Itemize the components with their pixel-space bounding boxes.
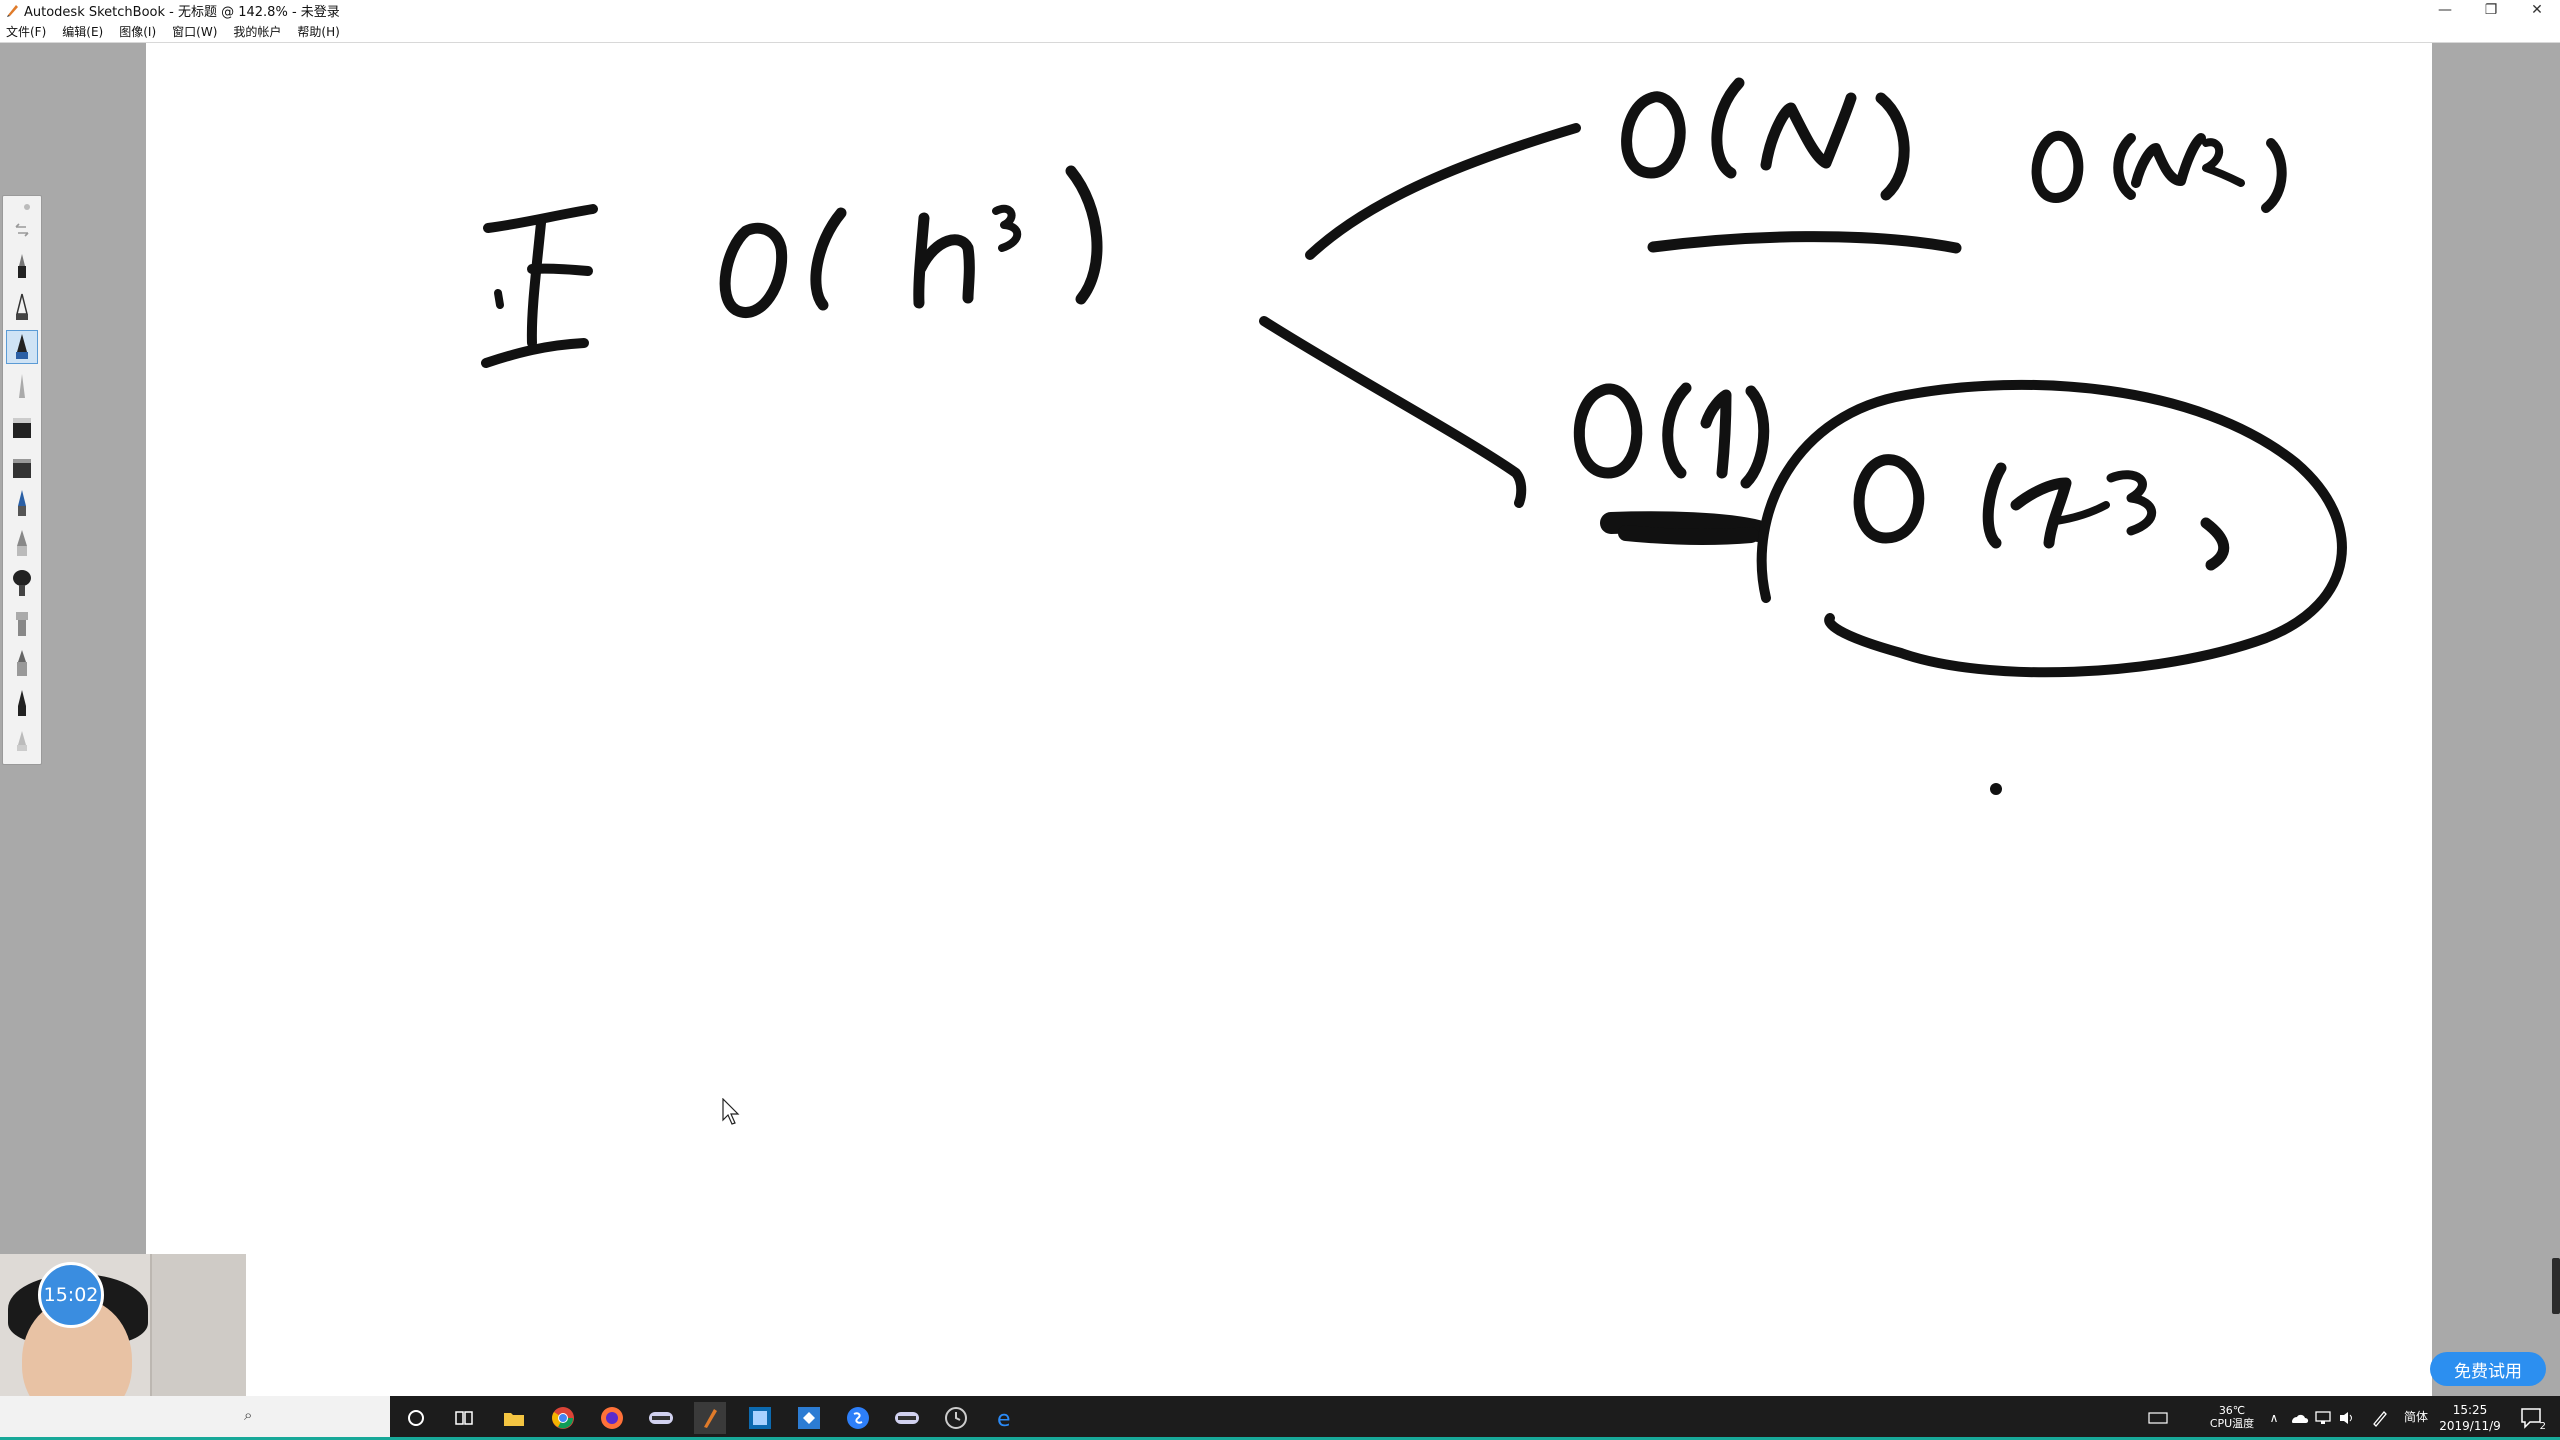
drawing-canvas[interactable] <box>146 43 2432 1396</box>
branch-line-lower <box>1259 316 1527 508</box>
pen-ink-icon[interactable] <box>2368 1402 2392 1434</box>
chrome-icon[interactable] <box>547 1402 579 1434</box>
ink-pen-tool[interactable] <box>6 686 38 720</box>
airbrush-icon <box>18 490 26 516</box>
restore-button[interactable]: ❐ <box>2468 0 2514 20</box>
webcam-background <box>150 1254 246 1404</box>
marker-tool[interactable] <box>6 526 38 560</box>
edge-icon[interactable]: e <box>989 1402 1021 1434</box>
pencil-icon <box>18 254 26 278</box>
handwriting-o-one <box>1573 382 1770 546</box>
sogou-icon[interactable] <box>842 1402 874 1434</box>
technical-pen-icon <box>16 293 28 320</box>
menu-edit[interactable]: 编辑(E) <box>54 23 111 40</box>
smudge-icon <box>17 731 27 751</box>
handwriting-o-n-cubed <box>719 165 1103 318</box>
app-generic-2-icon[interactable] <box>891 1402 923 1434</box>
marker-icon <box>17 530 27 556</box>
cortana-icon[interactable] <box>400 1402 432 1434</box>
felt-pen-icon <box>17 650 27 676</box>
undo-redo-icon <box>15 223 29 237</box>
ink-pen-icon <box>18 690 26 716</box>
minimize-button[interactable]: — <box>2422 0 2468 20</box>
handwriting-o-n-squared <box>2031 130 2287 213</box>
hard-eraser-icon <box>13 418 31 438</box>
menu-window[interactable]: 窗口(W) <box>164 23 225 40</box>
window-title: Autodesk SketchBook - 无标题 @ 142.8% - 未登录 <box>24 4 340 20</box>
ime-indicator[interactable]: 简体 <box>2398 1411 2434 1424</box>
keyboard-tray-icon[interactable] <box>2142 1402 2174 1434</box>
menu-image[interactable]: 图像(I) <box>111 23 164 40</box>
free-trial-button[interactable]: 免费试用 <box>2430 1352 2546 1386</box>
firefox-icon[interactable] <box>596 1402 628 1434</box>
close-button[interactable]: ✕ <box>2514 0 2560 20</box>
chisel-brush-tool[interactable] <box>6 606 38 640</box>
handwriting-i <box>481 204 598 368</box>
smudge-tool[interactable] <box>6 726 38 756</box>
palette-close-icon <box>24 204 30 210</box>
airbrush-tool[interactable] <box>6 486 38 520</box>
clock-app-icon[interactable] <box>940 1402 972 1434</box>
taskbar: ⌕ e 36℃ CPU温度 ∧ 简体 15:25 2019/11/9 2 <box>0 1396 2560 1440</box>
undo-redo-tool[interactable] <box>6 216 38 244</box>
vscode-icon[interactable] <box>793 1402 825 1434</box>
handwriting-o-n-cubed-circled <box>1853 454 2230 571</box>
tool-palette <box>2 195 42 765</box>
window-controls: — ❐ ✕ <box>2422 0 2560 20</box>
branch-line-upper <box>1305 123 1581 260</box>
tray-expand-icon[interactable]: ∧ <box>2264 1402 2284 1434</box>
app-generic-icon[interactable] <box>645 1402 677 1434</box>
ballpoint-pen-tool[interactable] <box>6 330 38 364</box>
taskbar-search-area[interactable]: ⌕ <box>0 1396 390 1440</box>
chisel-brush-icon <box>16 612 28 636</box>
menu-file[interactable]: 文件(F) <box>0 23 54 40</box>
clock[interactable]: 15:25 2019/11/9 <box>2432 1402 2508 1434</box>
sketchbook-logo-icon <box>7 5 18 17</box>
network-icon[interactable] <box>2312 1402 2334 1434</box>
timer-badge: 15:02 <box>38 1262 104 1328</box>
photoshop-icon[interactable] <box>744 1402 776 1434</box>
notification-center-icon[interactable]: 2 <box>2516 1402 2548 1434</box>
menu-bar: 文件(F) 编辑(E) 图像(I) 窗口(W) 我的帐户 帮助(H) <box>0 20 2560 43</box>
soft-eraser-tool[interactable] <box>6 450 38 484</box>
search-icon: ⌕ <box>244 1406 253 1424</box>
notification-count: 2 <box>2539 1421 2546 1432</box>
task-view-icon[interactable] <box>448 1402 480 1434</box>
paint-brush-icon <box>13 570 31 596</box>
hard-eraser-tool[interactable] <box>6 410 38 444</box>
ink-dot <box>1990 783 2002 795</box>
menu-account[interactable]: 我的帐户 <box>225 23 289 40</box>
title-bar: Autodesk SketchBook - 无标题 @ 142.8% - 未登录… <box>0 0 2560 20</box>
palette-grip[interactable] <box>6 200 38 214</box>
soft-eraser-icon <box>13 459 31 478</box>
side-scroll-handle[interactable] <box>2552 1258 2560 1314</box>
sketchbook-taskbar-icon[interactable] <box>694 1402 726 1434</box>
menu-help[interactable]: 帮助(H) <box>289 23 347 40</box>
ink-layer <box>481 77 2347 795</box>
pencil-tool[interactable] <box>6 250 38 284</box>
fine-pen-icon <box>19 374 25 398</box>
fine-pen-tool[interactable] <box>6 370 38 404</box>
cpu-temperature: 36℃ CPU温度 <box>2209 1404 2255 1430</box>
file-explorer-icon[interactable] <box>498 1402 530 1434</box>
paint-brush-tool[interactable] <box>6 566 38 600</box>
handwriting-o-n <box>1621 77 1962 254</box>
technical-pen-tool[interactable] <box>6 290 38 324</box>
svg-text:e: e <box>997 1407 1011 1430</box>
onedrive-icon[interactable] <box>2288 1402 2310 1434</box>
felt-pen-tool[interactable] <box>6 646 38 680</box>
ballpoint-pen-icon <box>16 334 28 359</box>
mouse-cursor-icon <box>722 1098 740 1125</box>
volume-icon[interactable] <box>2336 1402 2358 1434</box>
